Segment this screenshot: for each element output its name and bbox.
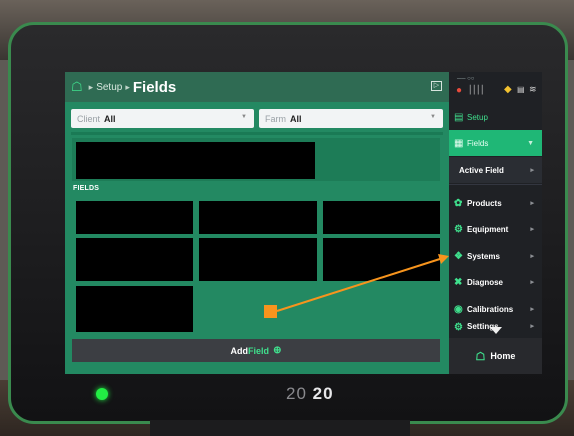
field-tile[interactable]	[76, 201, 193, 234]
field-tile[interactable]	[323, 238, 440, 281]
products-icon: ✿	[454, 197, 463, 209]
filter-underline	[71, 132, 443, 135]
sidebar-item-equipment[interactable]: ⚙ Equipment ▸	[449, 216, 542, 242]
sidebar-item-active-field[interactable]: Active Field ▸	[449, 157, 542, 183]
field-tile[interactable]	[199, 238, 317, 281]
home-icon: ☖	[475, 350, 486, 363]
chevron-right-icon: ▸	[530, 200, 534, 207]
chevron-right-icon: ▸	[530, 279, 534, 286]
storage-icon: ▤	[517, 85, 525, 94]
sidebar-item-diagnose[interactable]: ✖ Diagnose ▸	[449, 269, 542, 295]
client-select[interactable]: Client All ▼	[71, 109, 254, 128]
device-stand	[150, 420, 410, 436]
chevron-right-icon: ▸	[530, 226, 534, 233]
tractor-icon: ⚙	[454, 223, 463, 235]
home-icon[interactable]: ☖	[71, 79, 83, 95]
gear-icon: ⚙	[454, 322, 463, 333]
wifi-icon: ≋	[529, 84, 537, 94]
field-tile[interactable]	[76, 286, 193, 332]
chevron-right-icon: ▸	[530, 167, 534, 174]
farm-select[interactable]: Farm All ▼	[259, 109, 443, 128]
fields-heading: FIELDS	[73, 185, 100, 192]
chevron-down-icon: ▼	[430, 114, 436, 120]
breadcrumb-setup[interactable]: Setup	[96, 82, 122, 93]
status-indicator-icon: ── ○○	[457, 76, 475, 82]
field-tile[interactable]	[323, 201, 440, 234]
farm-select-label: Farm	[265, 113, 286, 124]
chevron-right-icon: ▸	[530, 253, 534, 260]
screen: ☖ ▸ Setup ▸ Fields ▷ Client All ▼ Farm A…	[65, 72, 542, 374]
status-bar: ── ○○ ● ││││ ◆ ▤ ≋	[449, 72, 542, 102]
sidebar-section-setup[interactable]: ▤ Setup	[449, 104, 542, 130]
setup-icon: ▤	[454, 111, 464, 123]
sidebar-item-products[interactable]: ✿ Products ▸	[449, 190, 542, 216]
signal-bars-icon: ││││	[468, 85, 485, 94]
add-field-highlight: Field	[248, 345, 270, 356]
field-tile[interactable]	[199, 201, 317, 234]
scroll-down-icon[interactable]	[490, 327, 502, 334]
warning-icon[interactable]: ◆	[504, 84, 512, 95]
wrench-icon: ✖	[454, 276, 463, 288]
sidebar-item-fields[interactable]: ▦ Fields ▼	[449, 130, 542, 156]
divider	[449, 184, 542, 185]
field-tile[interactable]	[76, 238, 193, 281]
add-field-prefix: Add	[230, 345, 249, 356]
farm-select-value: All	[290, 113, 302, 124]
page-title: Fields	[132, 78, 177, 96]
add-circle-icon: ⊕	[273, 345, 282, 356]
sidebar-item-calibrations[interactable]: ◉ Calibrations ▸	[449, 296, 542, 322]
sidebar: ── ○○ ● ││││ ◆ ▤ ≋ ▤ Setup ▦ Fields ▼ Ac…	[449, 72, 542, 374]
breadcrumb: ☖ ▸ Setup ▸ Fields	[71, 78, 176, 96]
client-select-label: Client	[77, 113, 101, 124]
chevron-down-icon: ▼	[241, 114, 247, 120]
systems-icon: ❖	[454, 250, 463, 262]
chevron-right-icon: ▸	[530, 323, 534, 330]
sidebar-item-systems[interactable]: ❖ Systems ▸	[449, 243, 542, 269]
breadcrumb-separator-icon: ▸	[88, 81, 94, 92]
add-field-button[interactable]: Add Field ⊕	[72, 339, 440, 362]
brand-logo: 20 20	[286, 384, 334, 403]
field-icon: ▦	[454, 137, 464, 149]
panel-toggle-icon[interactable]: ▷	[431, 81, 442, 91]
power-led	[96, 388, 108, 400]
globe-icon: ◉	[454, 303, 463, 315]
breadcrumb-separator-icon: ▸	[125, 81, 130, 92]
home-button[interactable]: ☖ Home	[449, 338, 542, 374]
client-select-value: All	[104, 113, 116, 124]
active-field-card-redacted[interactable]	[76, 142, 315, 179]
chevron-right-icon: ▸	[530, 306, 534, 313]
record-icon: ●	[456, 85, 463, 96]
chevron-down-icon: ▼	[527, 139, 534, 147]
